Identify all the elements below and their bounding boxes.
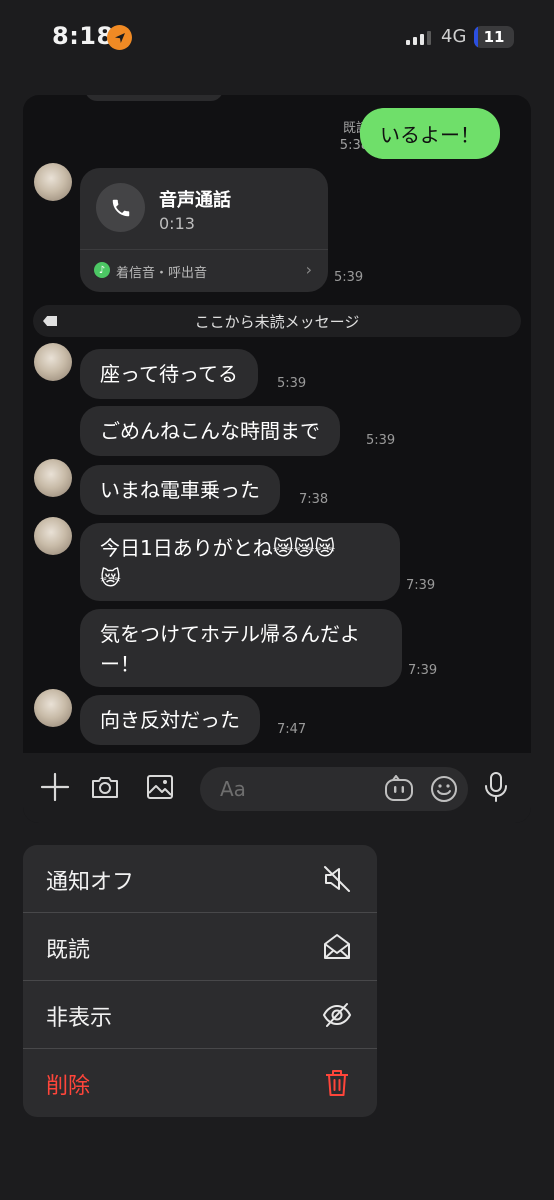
call-title: 音声通話 [159,190,231,211]
message-input-placeholder: Aa [220,777,246,801]
message-input[interactable]: Aa [200,767,468,811]
message-bubble[interactable]: 今日1日ありがとね😿😿😿 😿 [80,523,400,601]
message-time: 7:39 [408,663,438,678]
status-time: 8:18 [52,22,114,50]
divider [80,249,328,250]
partial-message-bubble [85,95,223,101]
message-bubble[interactable]: 座って待ってる [80,349,258,399]
phone-icon [96,183,145,232]
eye-slash-icon [321,999,353,1031]
message-time: 7:47 [277,722,307,737]
message-bubble[interactable]: 向き反対だった [80,695,260,745]
message-input-bar: Aa [23,753,531,823]
battery-icon: 11 [474,26,514,48]
menu-item-label: 通知オフ [46,870,135,895]
menu-item-hide[interactable]: 非表示 [23,981,377,1049]
chat-preview[interactable]: 既読 5:38 いるよー！ 音声通話 0:13 ♪ 着信音・呼出音 › 5:39… [23,95,531,823]
cellular-signal-icon [406,31,431,45]
avatar[interactable] [34,459,72,497]
message-bubble[interactable]: ごめんねこんな時間まで [80,406,340,456]
message-time: 7:39 [406,578,436,593]
voice-call-card[interactable]: 音声通話 0:13 ♪ 着信音・呼出音 › [80,168,328,292]
open-envelope-icon [321,931,353,963]
menu-item-label: 削除 [46,1074,91,1099]
avatar[interactable] [34,517,72,555]
chevron-right-icon: › [305,260,312,279]
message-time: 5:39 [277,376,307,391]
microphone-icon[interactable] [479,770,513,804]
menu-item-delete[interactable]: 削除 [23,1049,377,1117]
avatar[interactable] [34,689,72,727]
sticker-icon[interactable] [384,774,414,807]
message-time: 7:38 [299,492,329,507]
context-menu: 通知オフ 既読 非表示 削除 [23,845,377,1117]
trash-icon [321,1067,353,1099]
menu-item-mark-read[interactable]: 既読 [23,913,377,981]
music-note-icon: ♪ [94,262,110,278]
avatar[interactable] [34,343,72,381]
status-bar: 8:18 4G 11 [0,0,554,76]
location-arrow-icon [107,25,132,50]
image-icon[interactable] [143,770,177,804]
unread-divider: ここから未読メッセージ [33,305,521,337]
message-bubble[interactable]: いまね電車乗った [80,465,280,515]
my-message-bubble[interactable]: いるよー！ [360,108,500,159]
network-type: 4G [441,26,467,47]
camera-icon[interactable] [88,770,122,804]
message-time: 5:39 [366,433,396,448]
menu-item-label: 非表示 [46,1006,113,1031]
menu-item-label: 既読 [46,938,91,963]
message-bubble[interactable]: 気をつけてホテル帰るんだよ ー！ [80,609,402,687]
speaker-mute-icon [321,863,353,895]
unread-divider-label: ここから未読メッセージ [194,313,360,331]
plus-icon[interactable] [38,770,72,804]
menu-item-notifications-off[interactable]: 通知オフ [23,845,377,913]
ringtone-link[interactable]: 着信音・呼出音 [116,262,207,281]
battery-level: 11 [483,28,505,46]
call-duration: 0:13 [159,214,195,233]
emoji-icon[interactable] [430,775,458,807]
avatar[interactable] [34,163,72,201]
message-time: 5:39 [334,270,364,285]
